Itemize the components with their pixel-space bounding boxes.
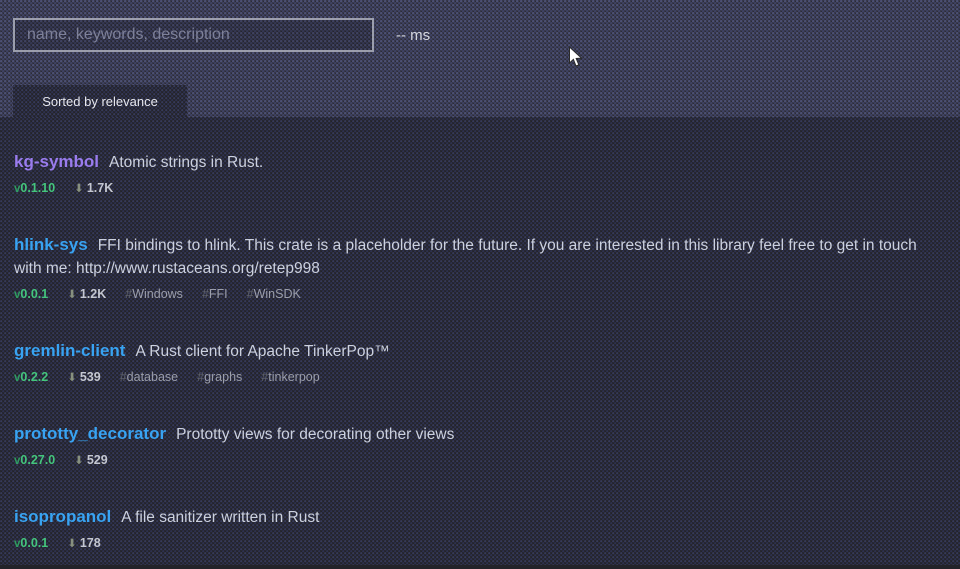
search-results-list: kg-symbol Atomic strings in Rust. v0.1.10… (0, 117, 960, 569)
keyword-tag[interactable]: #FFI (202, 287, 228, 301)
crate-meta-line: v0.0.1 ⬇1.2K #Windows#FFI#WinSDK (14, 287, 942, 301)
download-icon: ⬇ (67, 372, 77, 384)
crate-meta-line: v0.0.1 ⬇178 (14, 536, 942, 550)
tab-bar: Sorted by relevance (0, 85, 960, 117)
keyword-tag[interactable]: #Windows (125, 287, 183, 301)
keyword-tag[interactable]: #graphs (197, 370, 242, 384)
crate-name-link[interactable]: gremlin-client (14, 341, 125, 360)
crate-name-link[interactable]: kg-symbol (14, 152, 99, 171)
keyword-tags: #Windows#FFI#WinSDK (125, 287, 301, 301)
download-icon: ⬇ (67, 289, 77, 301)
hash-symbol: # (120, 370, 127, 384)
crate-title-line: gremlin-client A Rust client for Apache T… (14, 339, 942, 363)
keyword-label: tinkerpop (268, 370, 319, 384)
keyword-label: database (127, 370, 178, 384)
crate-meta-line: v0.27.0 ⬇529 (14, 453, 942, 467)
crate-version: v0.2.2 (14, 370, 48, 385)
crate-meta-line: v0.1.10 ⬇1.7K (14, 181, 942, 195)
search-header: -- ms Sorted by relevance (0, 0, 960, 117)
download-count: 1.7K (87, 181, 113, 195)
crate-version: v0.1.10 (14, 181, 55, 196)
download-icon: ⬇ (74, 183, 84, 195)
crate-description: A Rust client for Apache TinkerPop™ (135, 343, 389, 360)
search-timing-label: -- ms (396, 27, 430, 44)
crate-description: Atomic strings in Rust. (109, 154, 263, 171)
crate-description: Prototty views for decorating other view… (176, 426, 454, 443)
keyword-tags: #database#graphs#tinkerpop (120, 370, 320, 384)
search-row: -- ms (0, 0, 960, 52)
version-number: 0.0.1 (20, 287, 48, 301)
crate-name-link[interactable]: isopropanol (14, 507, 111, 526)
download-count: 1.2K (80, 287, 106, 301)
download-icon: ⬇ (67, 538, 77, 550)
crate-version: v0.0.1 (14, 287, 48, 302)
crate-meta-line: v0.2.2 ⬇539 #database#graphs#tinkerpop (14, 370, 942, 384)
crate-search-screen: -- ms Sorted by relevance kg-symbol Atomi… (0, 0, 960, 565)
version-number: 0.27.0 (20, 453, 55, 467)
crate-result-row: gremlin-client A Rust client for Apache T… (14, 320, 942, 403)
crate-downloads: ⬇1.7K (74, 181, 113, 196)
keyword-label: WinSDK (254, 287, 301, 301)
crate-name-link[interactable]: prototty_decorator (14, 424, 166, 443)
keyword-label: graphs (204, 370, 242, 384)
crate-version: v0.27.0 (14, 453, 55, 468)
crate-result-row: isopropanol A file sanitizer written in R… (14, 486, 942, 569)
crate-version: v0.0.1 (14, 536, 48, 551)
crate-description: A file sanitizer written in Rust (121, 509, 319, 526)
crate-downloads: ⬇178 (67, 536, 101, 551)
download-count: 178 (80, 536, 101, 550)
crate-downloads: ⬇1.2K (67, 287, 106, 302)
crate-description: FFI bindings to hlink. This crate is a p… (14, 237, 917, 277)
keyword-tag[interactable]: #WinSDK (247, 287, 301, 301)
tab-sorted-by-relevance[interactable]: Sorted by relevance (13, 85, 187, 117)
keyword-tag[interactable]: #tinkerpop (261, 370, 319, 384)
crate-title-line: hlink-sysFFI bindings to hlink. This cra… (14, 233, 942, 280)
version-number: 0.2.2 (20, 370, 48, 384)
crate-name-link[interactable]: hlink-sys (14, 235, 88, 254)
download-count: 539 (80, 370, 101, 384)
keyword-label: Windows (132, 287, 183, 301)
crate-result-row: kg-symbol Atomic strings in Rust. v0.1.10… (14, 131, 942, 214)
version-number: 0.1.10 (20, 181, 55, 195)
crate-result-row: hlink-sysFFI bindings to hlink. This cra… (14, 214, 942, 320)
keyword-label: FFI (209, 287, 228, 301)
crate-title-line: prototty_decorator Prototty views for dec… (14, 422, 942, 446)
crate-downloads: ⬇539 (67, 370, 101, 385)
hash-symbol: # (202, 287, 209, 301)
keyword-tag[interactable]: #database (120, 370, 178, 384)
version-number: 0.0.1 (20, 536, 48, 550)
download-count: 529 (87, 453, 108, 467)
crate-downloads: ⬇529 (74, 453, 108, 468)
crate-result-row: prototty_decorator Prototty views for dec… (14, 403, 942, 486)
download-icon: ⬇ (74, 455, 84, 467)
search-input[interactable] (13, 18, 374, 52)
crate-title-line: kg-symbol Atomic strings in Rust. (14, 150, 942, 174)
hash-symbol: # (247, 287, 254, 301)
crate-title-line: isopropanol A file sanitizer written in R… (14, 505, 942, 529)
